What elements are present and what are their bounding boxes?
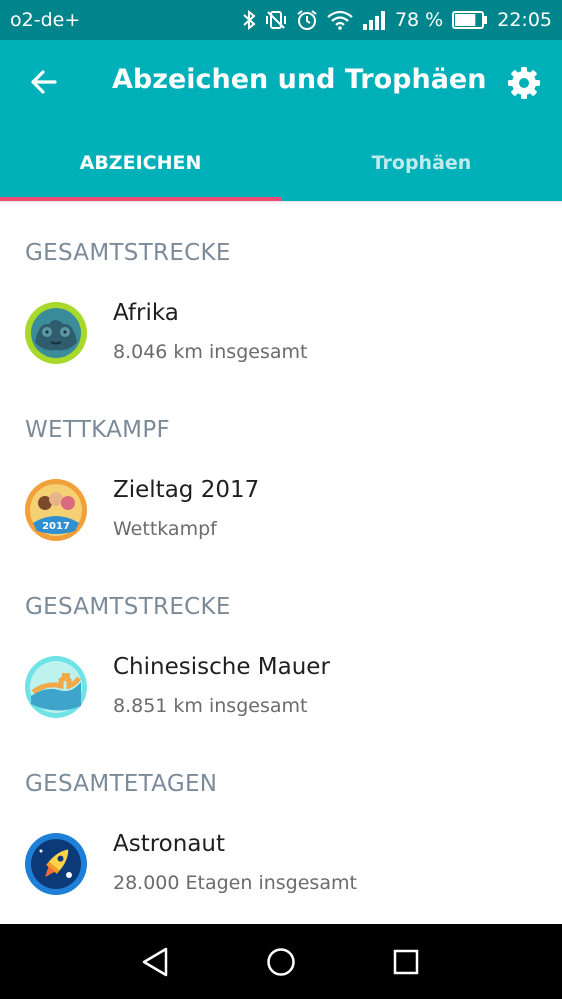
great-wall-badge-icon [25,656,87,718]
tab-abzeichen[interactable]: ABZEICHEN [0,124,281,201]
zieltag-2017-badge-icon: 2017 [25,479,87,541]
section-title: WETTKAMPF [25,417,171,443]
badge-detail: 28.000 Etagen insgesamt [113,872,357,894]
section: WETTKAMPF 2017 Zieltag 2017 Wettkampf [0,381,562,558]
badge-detail: Wettkampf [113,518,217,540]
badge-name: Astronaut [113,831,226,857]
section-title: GESAMTETAGEN [25,771,218,797]
section: GESAMTSTRECKE Afrika 8.046 km insgesamt [0,204,562,381]
bluetooth-icon [242,9,256,31]
triangle-back-icon[interactable] [138,944,174,980]
section: GESAMTSTRECKE Chinesische Mauer 8.851 km… [0,558,562,735]
list-item[interactable]: Afrika 8.046 km insgesamt [0,294,562,374]
battery-icon [452,11,488,29]
gear-icon[interactable] [507,66,541,100]
badge-year-text: 2017 [42,521,70,532]
list-item[interactable]: Chinesische Mauer 8.851 km insgesamt [0,648,562,728]
alarm-icon [296,9,318,31]
tab-label: Trophäen [371,151,472,174]
tab-bar: ABZEICHEN Trophäen [0,124,562,201]
carrier-name: o2-de+ [10,9,81,31]
battery-percent: 78 % [394,9,444,31]
section-title: GESAMTSTRECKE [25,594,231,620]
arrow-left-icon[interactable] [28,66,60,98]
wifi-icon [327,10,353,30]
badge-name: Afrika [113,300,179,326]
tab-trophaeen[interactable]: Trophäen [281,124,562,201]
section: GESAMTETAGEN Astronaut 28.000 Etagen ins… [0,735,562,912]
status-bar: o2-de+ 78 % 22:05 [0,0,562,40]
section-title: GESAMTSTRECKE [25,240,231,266]
badge-name: Chinesische Mauer [113,654,330,680]
square-recents-icon[interactable] [388,944,424,980]
badge-detail: 8.851 km insgesamt [113,695,308,717]
rocket-badge-icon [25,833,87,895]
badge-name: Zieltag 2017 [113,477,260,503]
tab-label: ABZEICHEN [79,151,202,174]
gorilla-badge-icon [25,302,87,364]
list-item[interactable]: 2017 Zieltag 2017 Wettkampf [0,471,562,551]
circle-home-icon[interactable] [263,944,299,980]
system-nav-bar [0,924,562,999]
badge-detail: 8.046 km insgesamt [113,341,308,363]
page-title: Abzeichen und Trophäen [112,64,487,95]
clock: 22:05 [497,9,552,31]
list-item[interactable]: Astronaut 28.000 Etagen insgesamt [0,825,562,905]
signal-icon [362,10,386,30]
badge-list[interactable]: GESAMTSTRECKE Afrika 8.046 km insgesamt … [0,204,562,912]
vibrate-icon [265,9,287,31]
app-bar: Abzeichen und Trophäen [0,40,562,124]
